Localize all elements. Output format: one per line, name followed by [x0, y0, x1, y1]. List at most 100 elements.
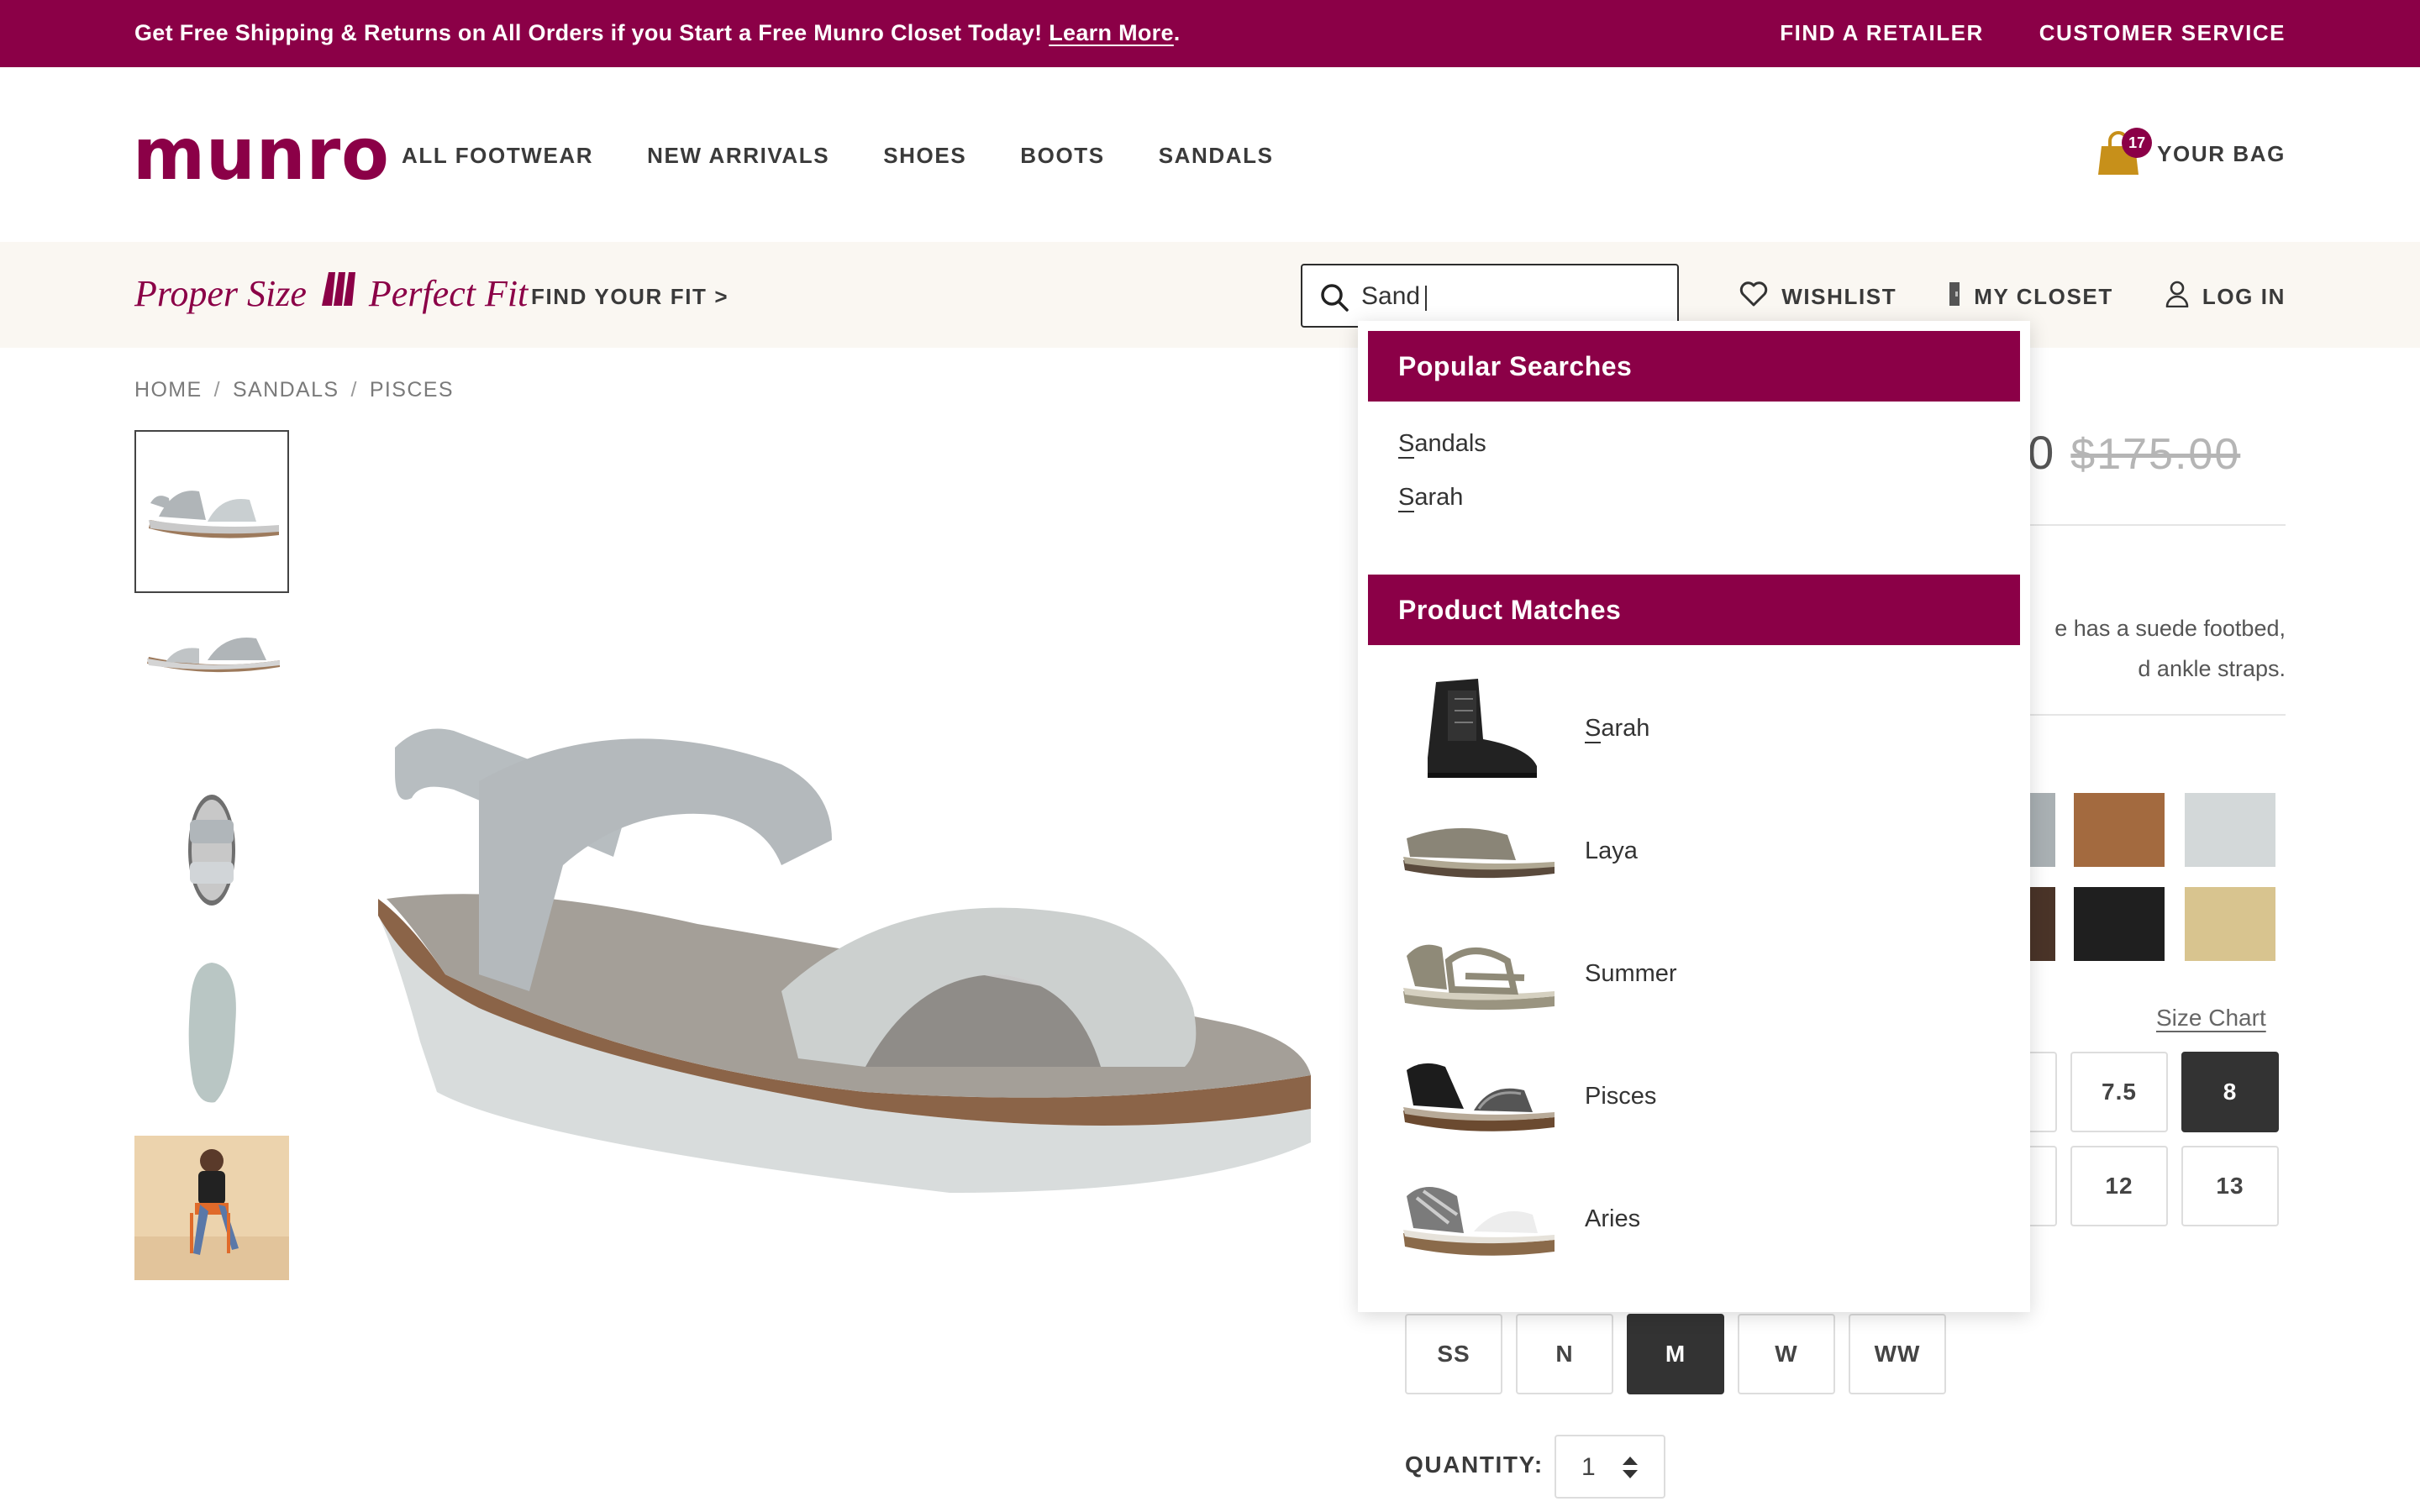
- width-button-ss[interactable]: SS: [1405, 1314, 1502, 1394]
- tagline-right: Perfect Fit: [368, 272, 529, 314]
- product-thumbnail: [1398, 674, 1558, 783]
- thumbnail-sole-view[interactable]: [134, 958, 289, 1109]
- product-match-name: Laya: [1585, 837, 1638, 864]
- find-your-fit-link[interactable]: FIND YOUR FIT >: [531, 284, 729, 310]
- product-match-item[interactable]: Laya: [1398, 796, 2003, 906]
- account-links: WISHLIST MY CLOSET LOG IN: [1739, 281, 2286, 313]
- m-mark-icon: [318, 267, 357, 319]
- fit-bar: Proper Size Perfect Fit FIND YOUR FIT > …: [0, 242, 2420, 348]
- nav-boots[interactable]: BOOTS: [1020, 143, 1104, 169]
- your-bag-label: YOUR BAG: [2157, 140, 2286, 166]
- divider: [2000, 524, 2286, 526]
- product-match-item[interactable]: Aries: [1398, 1164, 2003, 1273]
- product-thumbnail: [1398, 1042, 1558, 1151]
- main-product-image[interactable]: [361, 672, 1319, 1226]
- thumbnail-side-view[interactable]: [134, 430, 289, 593]
- breadcrumb-home[interactable]: HOME: [134, 378, 203, 402]
- width-button-n[interactable]: N: [1516, 1314, 1613, 1394]
- nav-new-arrivals[interactable]: NEW ARRIVALS: [647, 143, 829, 169]
- nav-shoes[interactable]: SHOES: [883, 143, 966, 169]
- promo-links: FIND A RETAILER CUSTOMER SERVICE: [1780, 20, 2286, 46]
- size-button-selected[interactable]: 8: [2181, 1052, 2279, 1132]
- color-swatch[interactable]: [2074, 793, 2165, 867]
- original-price: $175.00: [2070, 430, 2241, 479]
- thumbnail-top-view[interactable]: [134, 783, 289, 917]
- divider: [2000, 714, 2286, 716]
- color-swatch[interactable]: [2185, 887, 2275, 961]
- color-swatch[interactable]: [2074, 887, 2165, 961]
- text-caret: [1425, 286, 1427, 311]
- site-header: munro ALL FOOTWEAR NEW ARRIVALS SHOES BO…: [0, 67, 2420, 242]
- promo-period: .: [1173, 20, 1181, 45]
- popular-searches-header: Popular Searches: [1368, 331, 2020, 402]
- size-button[interactable]: 13: [2181, 1146, 2279, 1226]
- breadcrumb-separator: /: [213, 378, 221, 402]
- match-highlight: S: [1398, 484, 1415, 512]
- quantity-stepper[interactable]: 1: [1555, 1435, 1665, 1499]
- size-chart-link[interactable]: Size Chart: [2156, 1005, 2266, 1032]
- my-closet-label: MY CLOSET: [1974, 284, 2113, 309]
- description-line: d ankle straps.: [2138, 656, 2286, 681]
- proper-size-perfect-fit-logo[interactable]: Proper Size Perfect Fit: [134, 267, 528, 319]
- product-price: 00$175.00: [2000, 425, 2240, 480]
- popular-search-item[interactable]: Sarah: [1398, 484, 1463, 512]
- nav-all-footwear[interactable]: ALL FOOTWEAR: [402, 143, 593, 169]
- heart-icon: [1739, 281, 1768, 312]
- suggestion-rest: arah: [1414, 484, 1464, 511]
- log-in-link[interactable]: LOG IN: [2165, 281, 2286, 313]
- my-closet-link[interactable]: MY CLOSET: [1949, 281, 2113, 313]
- match-highlight: S: [1585, 714, 1602, 743]
- search-icon[interactable]: [1319, 282, 1349, 312]
- popular-search-item[interactable]: Sandals: [1398, 430, 1486, 459]
- product-match-name: Sarah: [1585, 714, 1650, 743]
- promo-message: Get Free Shipping & Returns on All Order…: [134, 20, 1181, 46]
- thumbnail-model-photo[interactable]: [134, 1136, 289, 1280]
- match-highlight: S: [1398, 430, 1415, 459]
- wishlist-link[interactable]: WISHLIST: [1739, 281, 1897, 313]
- product-description: e has a suede footbed, d ankle straps.: [2000, 608, 2286, 689]
- breadcrumb-separator: /: [350, 378, 358, 402]
- width-selector: SS N M W WW: [1405, 1314, 1946, 1394]
- product-thumbnail: [1398, 796, 1558, 906]
- search-input[interactable]: [1361, 277, 1664, 316]
- find-retailer-link[interactable]: FIND A RETAILER: [1780, 20, 1984, 46]
- breadcrumb-sandals[interactable]: SANDALS: [233, 378, 339, 402]
- thumbnail-inner-view[interactable]: [134, 605, 289, 706]
- width-button-ww[interactable]: WW: [1849, 1314, 1946, 1394]
- breadcrumb: HOME / SANDALS / PISCES: [134, 378, 454, 402]
- quantity-label: QUANTITY:: [1405, 1452, 1544, 1478]
- bag-count-badge: 17: [2122, 128, 2153, 158]
- stepper-arrows-icon[interactable]: [1620, 1455, 1640, 1484]
- nav-sandals[interactable]: SANDALS: [1159, 143, 1274, 169]
- shopping-bag-icon: 17: [2096, 128, 2153, 176]
- product-thumbnail: [1398, 1164, 1558, 1273]
- product-thumbnail: [1398, 919, 1558, 1028]
- size-button[interactable]: 12: [2070, 1146, 2168, 1226]
- width-button-m-selected[interactable]: M: [1627, 1314, 1724, 1394]
- munro-logo[interactable]: munro: [133, 118, 390, 191]
- closet-icon: [1949, 281, 1960, 312]
- search-box[interactable]: [1301, 264, 1679, 328]
- product-match-rest: arah: [1601, 714, 1650, 742]
- description-line: e has a suede footbed,: [2054, 616, 2286, 641]
- color-swatch[interactable]: [2185, 793, 2275, 867]
- customer-service-link[interactable]: CUSTOMER SERVICE: [2039, 20, 2286, 46]
- your-bag-button[interactable]: 17 YOUR BAG: [2096, 128, 2286, 176]
- product-matches-header: Product Matches: [1368, 575, 2020, 645]
- user-icon: [2165, 281, 2189, 313]
- product-match-item[interactable]: Pisces: [1398, 1042, 2003, 1151]
- log-in-label: LOG IN: [2202, 284, 2286, 309]
- learn-more-link[interactable]: Learn More: [1049, 20, 1174, 45]
- product-match-item[interactable]: Sarah: [1398, 674, 2003, 783]
- size-button[interactable]: 7.5: [2070, 1052, 2168, 1132]
- product-match-item[interactable]: Summer: [1398, 919, 2003, 1028]
- promo-text: Get Free Shipping & Returns on All Order…: [134, 20, 1043, 45]
- main-nav: ALL FOOTWEAR NEW ARRIVALS SHOES BOOTS SA…: [402, 143, 1274, 169]
- suggestion-rest: andals: [1414, 430, 1486, 457]
- product-match-name: Aries: [1585, 1205, 1641, 1232]
- width-button-w[interactable]: W: [1738, 1314, 1835, 1394]
- tagline-left: Proper Size: [134, 272, 307, 314]
- breadcrumb-pisces[interactable]: PISCES: [370, 378, 454, 402]
- product-match-name: Pisces: [1585, 1082, 1657, 1110]
- promo-bar: Get Free Shipping & Returns on All Order…: [0, 0, 2420, 67]
